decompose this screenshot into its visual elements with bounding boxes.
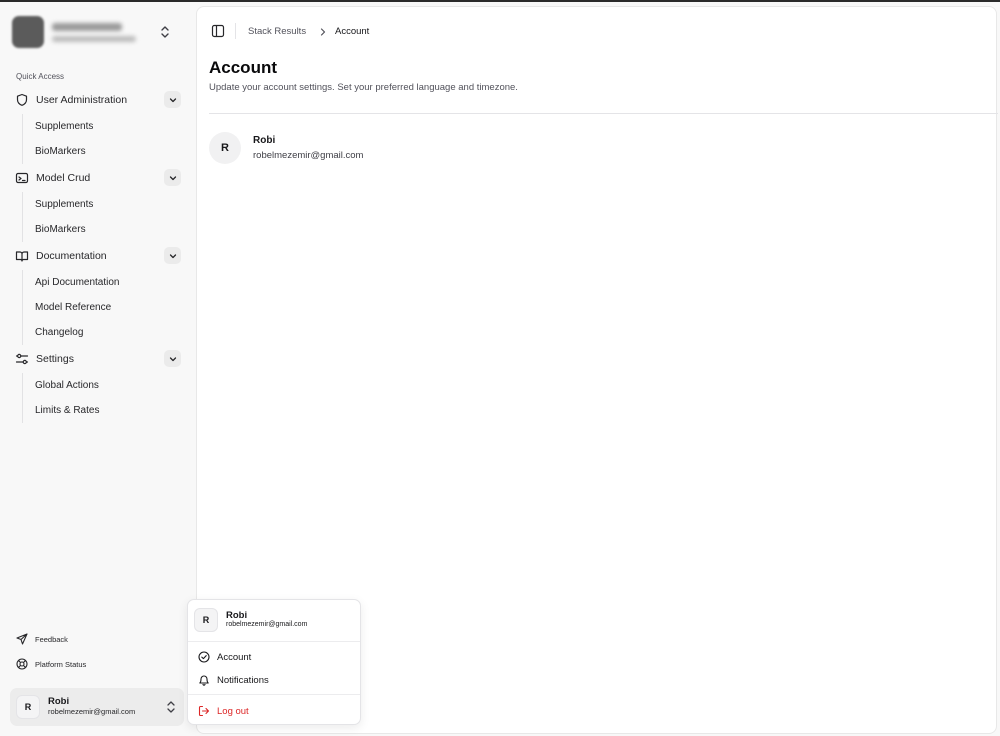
menu-item-notifications-label: Notifications xyxy=(217,674,269,686)
sidebar-user-email: robelmezemir@gmail.com xyxy=(48,707,136,717)
avatar: R xyxy=(194,608,218,632)
nav-model-crud[interactable]: Model Crud xyxy=(12,167,184,189)
breadcrumb-account: Account xyxy=(335,26,370,37)
submenu-rail xyxy=(22,192,23,242)
log-out-icon xyxy=(198,705,210,717)
badge-check-icon xyxy=(198,651,210,663)
team-switcher[interactable] xyxy=(12,14,184,50)
feedback-label: Feedback xyxy=(35,634,68,644)
chevrons-up-down-icon xyxy=(161,26,169,38)
profile-avatar: R xyxy=(209,132,241,164)
nav-documentation[interactable]: Documentation xyxy=(12,245,184,267)
chevron-down-icon[interactable] xyxy=(164,91,181,108)
menu-user-header: R Robi robelmezemir@gmail.com xyxy=(194,608,307,632)
menu-item-logout-label: Log out xyxy=(217,705,249,717)
feedback-link[interactable]: Feedback xyxy=(16,632,68,646)
nav-user-administration-supplements[interactable]: Supplements xyxy=(35,119,93,135)
nav-limits-rates[interactable]: Limits & Rates xyxy=(35,403,99,419)
platform-status-link[interactable]: Platform Status xyxy=(16,657,86,671)
nav-model-crud-label: Model Crud xyxy=(36,172,91,184)
bell-icon xyxy=(198,674,210,686)
menu-user-email: robelmezemir@gmail.com xyxy=(226,621,308,629)
chevron-down-icon[interactable] xyxy=(164,247,181,264)
nav-settings[interactable]: Settings xyxy=(12,348,184,370)
menu-user-name: Robi xyxy=(226,609,248,621)
header-divider xyxy=(235,23,236,39)
submenu-rail xyxy=(22,114,23,164)
user-dropdown-menu: R Robi robelmezemir@gmail.com Account No… xyxy=(187,599,361,725)
chevron-down-icon[interactable] xyxy=(164,350,181,367)
terminal-icon xyxy=(15,171,29,185)
page-title: Account xyxy=(209,58,277,77)
book-open-icon xyxy=(15,249,29,263)
nav-settings-label: Settings xyxy=(36,353,74,365)
quick-access-label: Quick Access xyxy=(16,72,65,81)
sidebar-toggle-icon[interactable] xyxy=(211,24,225,38)
sidebar-user-button[interactable]: R Robi robelmezemir@gmail.com xyxy=(10,688,184,726)
platform-status-label: Platform Status xyxy=(35,659,87,669)
menu-item-notifications[interactable]: Notifications xyxy=(198,672,269,688)
sliders-icon xyxy=(15,352,29,366)
nav-user-administration-label: User Administration xyxy=(36,94,128,106)
profile-email: robelmezemir@gmail.com xyxy=(253,150,364,161)
profile-name: Robi xyxy=(253,135,276,146)
shield-icon xyxy=(15,93,29,107)
menu-item-account-label: Account xyxy=(217,651,252,663)
menu-divider xyxy=(188,694,360,695)
nav-api-documentation[interactable]: Api Documentation xyxy=(35,275,120,291)
breadcrumb-stack-results[interactable]: Stack Results xyxy=(248,25,306,39)
nav-model-crud-supplements[interactable]: Supplements xyxy=(35,197,93,213)
nav-global-actions[interactable]: Global Actions xyxy=(35,378,99,394)
nav-changelog[interactable]: Changelog xyxy=(35,325,83,341)
sidebar: Quick Access User Administration Supplem… xyxy=(0,2,196,736)
team-logo xyxy=(12,16,44,48)
nav-user-administration-biomarkers[interactable]: BioMarkers xyxy=(35,144,86,160)
menu-user-meta: Robi robelmezemir@gmail.com xyxy=(226,609,308,630)
nav-model-reference[interactable]: Model Reference xyxy=(35,300,111,316)
nav-model-crud-biomarkers[interactable]: BioMarkers xyxy=(35,222,86,238)
avatar: R xyxy=(16,695,40,719)
life-buoy-icon xyxy=(16,658,28,670)
menu-divider xyxy=(188,641,360,642)
menu-item-logout[interactable]: Log out xyxy=(198,703,249,719)
nav-documentation-label: Documentation xyxy=(36,250,107,262)
submenu-rail xyxy=(22,270,23,345)
sidebar-user-meta: Robi robelmezemir@gmail.com xyxy=(48,696,136,717)
section-divider xyxy=(209,113,998,114)
chevron-down-icon[interactable] xyxy=(164,169,181,186)
menu-item-account[interactable]: Account xyxy=(198,649,251,665)
send-icon xyxy=(16,633,28,645)
chevrons-up-down-icon xyxy=(167,701,175,713)
team-name-redacted xyxy=(52,22,136,42)
nav-user-administration[interactable]: User Administration xyxy=(12,89,184,111)
page-subtitle: Update your account settings. Set your p… xyxy=(209,82,518,93)
submenu-rail xyxy=(22,373,23,423)
chevron-right-icon xyxy=(320,28,326,36)
